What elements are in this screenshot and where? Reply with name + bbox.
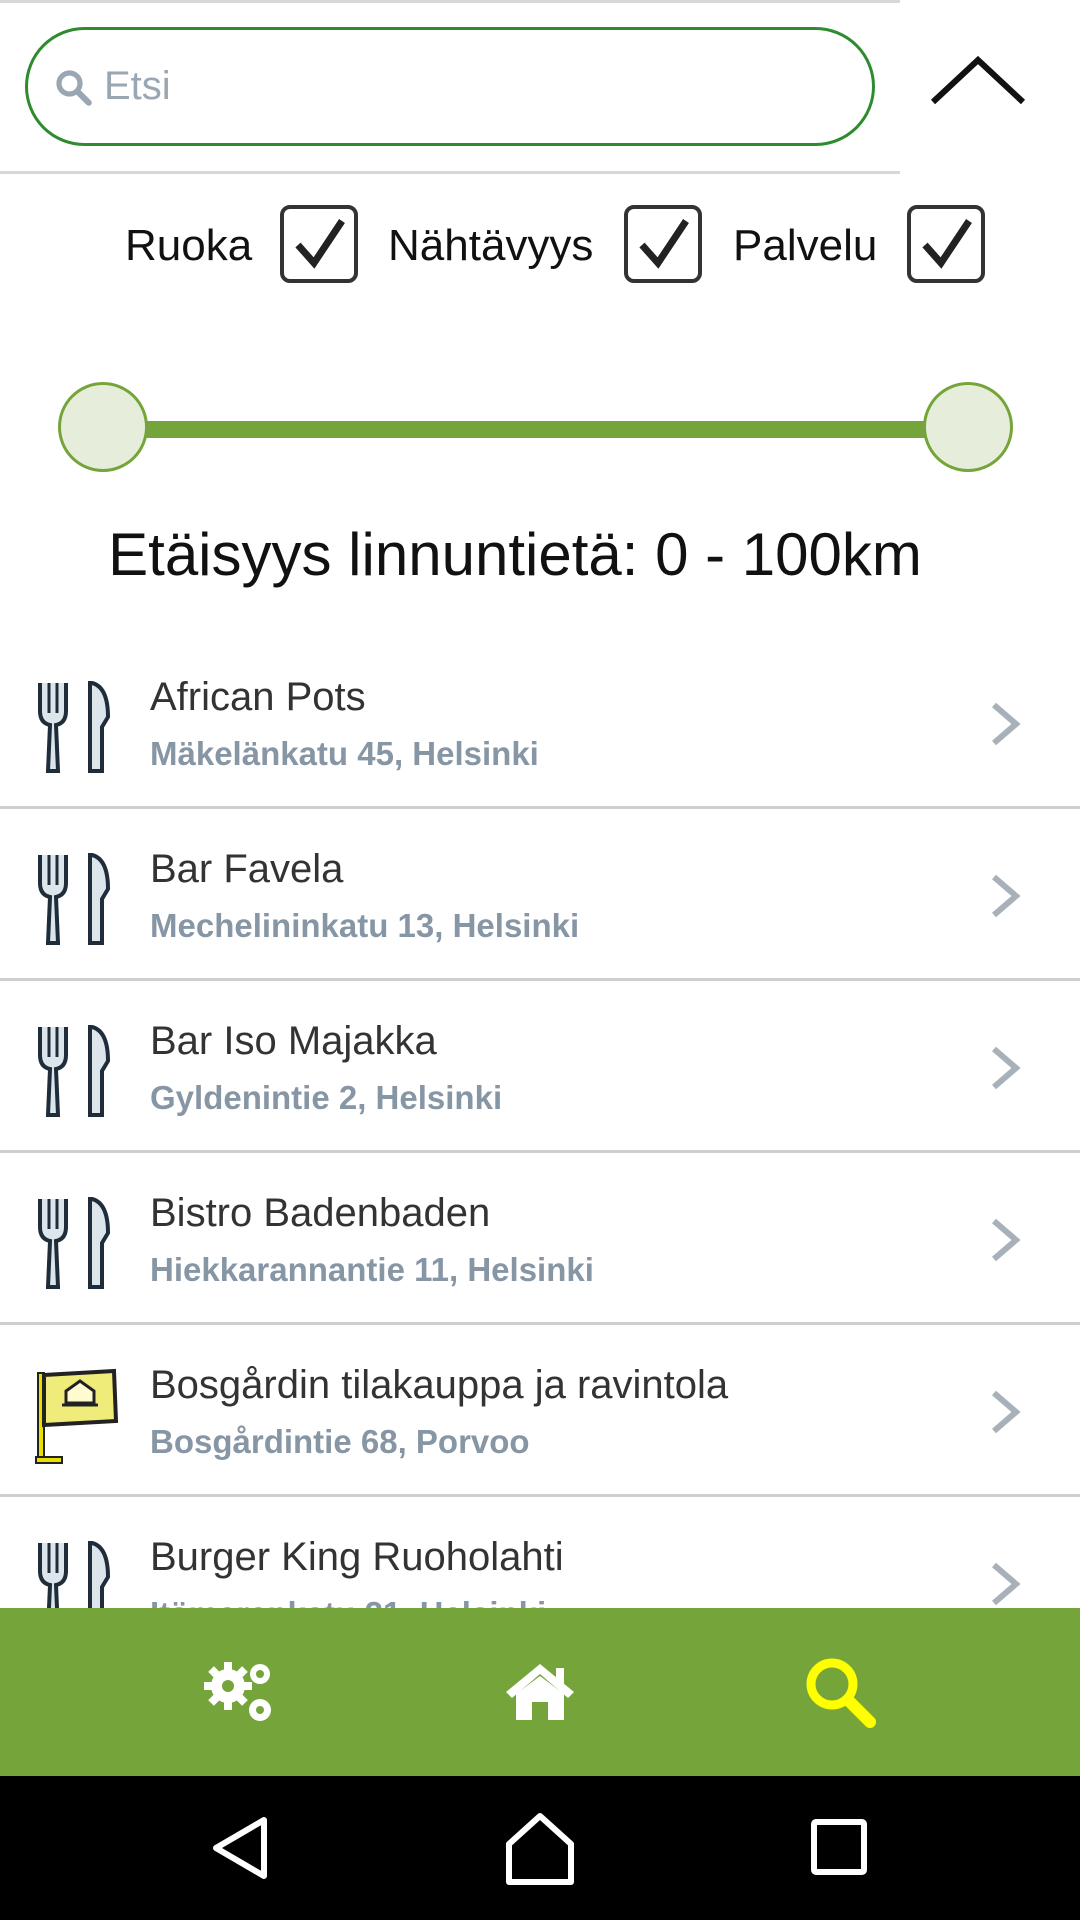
list-item[interactable]: Burger King Ruoholahti Itämerenkatu 21, … [0, 1497, 1080, 1608]
nav-search-button[interactable] [690, 1608, 990, 1776]
system-recents-button[interactable] [795, 1806, 885, 1890]
checkbox-nahtavyys[interactable] [624, 205, 702, 283]
distance-label: Etäisyys linnuntietä: 0 - 100km [108, 521, 922, 588]
top-divider [0, 0, 900, 3]
search-field[interactable] [25, 27, 875, 146]
places-list[interactable]: African Pots Mäkelänkatu 45, Helsinki Ba… [0, 637, 1080, 1608]
chevron-up-icon [930, 55, 1026, 105]
place-address: Hiekkarannantie 11, Helsinki [150, 1251, 594, 1288]
place-name: Bosgårdin tilakauppa ja ravintola [150, 1363, 729, 1407]
search-input[interactable] [104, 64, 804, 109]
cutlery-icon [38, 1025, 111, 1117]
filter-label-nahtavyys: Nähtävyys [388, 221, 594, 270]
list-item[interactable]: Bar Favela Mechelininkatu 13, Helsinki [0, 809, 1080, 981]
list-item[interactable]: African Pots Mäkelänkatu 45, Helsinki [0, 637, 1080, 809]
nav-home-button[interactable] [390, 1608, 690, 1776]
filter-label-ruoka: Ruoka [125, 221, 253, 270]
search-divider [0, 171, 900, 174]
place-name: Bar Iso Majakka [150, 1019, 437, 1063]
place-name: African Pots [150, 675, 366, 719]
checkmark-icon [295, 219, 345, 269]
chevron-right-icon [992, 874, 1021, 918]
cutlery-icon [38, 681, 111, 773]
cutlery-icon [38, 1197, 111, 1289]
list-item[interactable]: Bosgårdin tilakauppa ja ravintola Bosgår… [0, 1325, 1080, 1497]
place-address: Bosgårdintie 68, Porvoo [150, 1423, 530, 1460]
system-back-button[interactable] [196, 1806, 286, 1890]
list-item[interactable]: Bistro Badenbaden Hiekkarannantie 11, He… [0, 1153, 1080, 1325]
gears-icon [204, 1662, 271, 1721]
search-icon [56, 69, 92, 106]
place-name: Bar Favela [150, 847, 344, 891]
chevron-right-icon [992, 1218, 1021, 1262]
slider-thumb-min[interactable] [58, 382, 148, 472]
back-triangle-icon [213, 1817, 267, 1879]
place-name: Bistro Badenbaden [150, 1191, 491, 1235]
chevron-right-icon [992, 1562, 1021, 1606]
category-filters: Ruoka Nähtävyys Palvelu [0, 203, 1080, 283]
cutlery-icon [38, 1541, 111, 1608]
shop-sign-icon [35, 1368, 119, 1464]
search-icon [806, 1658, 876, 1728]
place-address: Itämerenkatu 21, Helsinki [150, 1595, 546, 1608]
system-home-button[interactable] [495, 1806, 585, 1890]
place-address: Gyldenintie 2, Helsinki [150, 1079, 503, 1116]
cutlery-icon [38, 853, 111, 945]
chevron-right-icon [992, 702, 1021, 746]
chevron-right-icon [992, 1390, 1021, 1434]
home-outline-icon [506, 1813, 574, 1885]
checkmark-icon [922, 219, 972, 269]
place-address: Mechelininkatu 13, Helsinki [150, 907, 580, 944]
slider-track [98, 421, 978, 438]
bottom-nav-bar [0, 1608, 1080, 1776]
filter-label-palvelu: Palvelu [733, 221, 878, 270]
home-icon [506, 1664, 574, 1720]
system-navigation-bar [0, 1776, 1080, 1920]
list-item[interactable]: Bar Iso Majakka Gyldenintie 2, Helsinki [0, 981, 1080, 1153]
checkbox-ruoka[interactable] [280, 205, 358, 283]
place-name: Burger King Ruoholahti [150, 1535, 564, 1579]
place-address: Mäkelänkatu 45, Helsinki [150, 735, 539, 772]
checkmark-icon [639, 219, 689, 269]
collapse-button[interactable] [925, 40, 1031, 120]
nav-settings-button[interactable] [90, 1608, 390, 1776]
slider-thumb-max[interactable] [923, 382, 1013, 472]
recents-square-icon [811, 1819, 867, 1875]
checkbox-palvelu[interactable] [907, 205, 985, 283]
distance-range-slider[interactable] [58, 382, 1013, 476]
chevron-right-icon [992, 1046, 1021, 1090]
